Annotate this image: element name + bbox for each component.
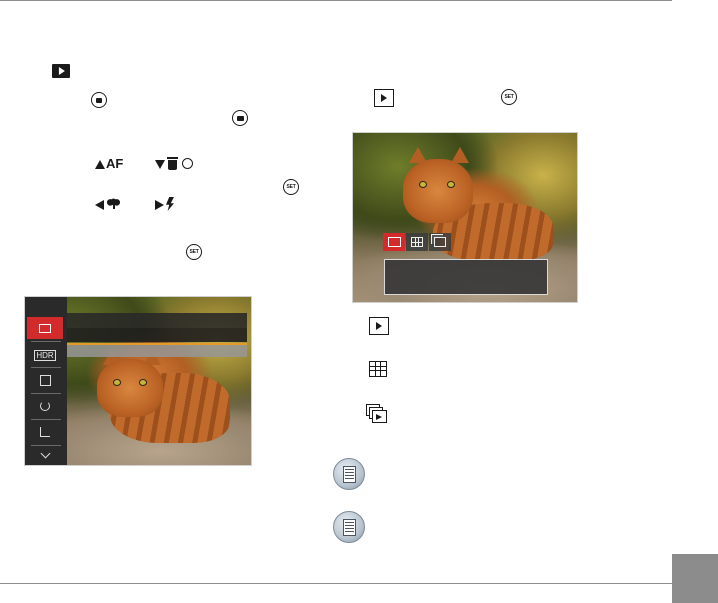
menu-option-bar [67,328,247,342]
flash-bolt-icon [166,197,174,211]
menu-item-hdr[interactable]: HDR [27,344,63,366]
cat-eye [139,379,147,386]
thumbnail-grid-icon [411,237,423,247]
mode-tile-single[interactable] [383,233,405,251]
page-number-tab [672,554,718,603]
play-icon-filled [52,64,70,78]
cat-head [403,159,473,223]
mode-tile-slideshow[interactable] [429,233,451,251]
playback-mode-screenshot [352,132,578,303]
trash-icon [168,160,177,170]
set-button-icon: SET [186,244,202,260]
menu-item-more[interactable] [27,446,63,464]
hdr-icon: HDR [34,349,56,361]
mode-tile-thumbnail[interactable] [406,233,428,251]
top-rule [0,0,672,1]
up-triangle-icon [95,160,105,169]
menu-item-play[interactable] [27,317,63,339]
down-triangle-icon [155,160,165,169]
menu-divider [31,367,61,368]
retouch-icon [39,374,51,386]
self-timer-icon [182,158,193,169]
menu-option-bar-light [67,345,247,357]
slideshow-icon [434,237,446,247]
up-af-icon: AF [95,156,135,173]
menu-divider [31,419,61,420]
slideshow-icon [366,404,388,424]
crop-icon [40,427,50,437]
macro-flower-icon [107,198,120,209]
set-button-icon: SET [501,89,517,105]
note-icon [333,458,365,490]
menu-item-rotate[interactable] [27,395,63,417]
note-icon [333,511,365,543]
cat-eye [419,181,427,188]
right-triangle-icon [155,200,164,210]
set-button-icon: SET [283,179,299,195]
cat-eye [113,379,121,386]
playback-menu-screenshot: HDR [24,296,252,466]
left-triangle-icon [95,200,104,210]
mode-description-bar [384,259,548,295]
playback-button-icon [91,92,107,108]
bottom-rule [0,583,672,584]
menu-divider [31,341,61,342]
play-outline-icon [374,89,394,107]
left-macro-icon [95,197,131,213]
trash-lid-icon [167,157,178,159]
cat-eye [447,181,455,188]
right-flash-icon [155,197,183,213]
menu-title-bar [67,313,247,328]
play-outline-icon [369,317,389,335]
menu-button-icon [232,110,248,126]
cat-head [97,359,163,417]
thumbnail-grid-icon [369,361,387,377]
chevron-down-icon [40,448,50,458]
play-icon [387,237,401,247]
playback-menu-column: HDR [25,297,67,465]
menu-item-retouch[interactable] [27,369,63,391]
down-delete-selftimer-icon [155,157,205,173]
menu-item-crop[interactable] [27,421,63,443]
af-label: AF [106,156,124,171]
rotate-icon [40,401,50,411]
play-icon [39,323,51,333]
menu-divider [31,393,61,394]
